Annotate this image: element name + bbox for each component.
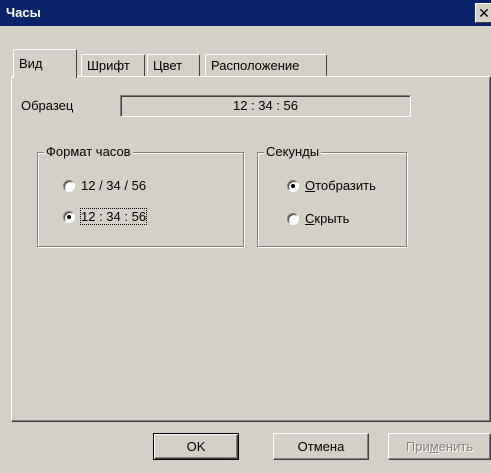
seconds-group-title: Секунды (264, 144, 322, 159)
seconds-group: Секунды (257, 144, 407, 247)
tab-view-label: Вид (19, 56, 43, 71)
window-title: Часы (6, 5, 41, 20)
format-slash-option[interactable]: 12 / 34 / 56 (63, 178, 203, 196)
title-bar[interactable]: Часы ✕ (0, 0, 491, 26)
seconds-hide-radio[interactable] (287, 213, 299, 225)
tab-font-label: Шрифт (87, 58, 130, 73)
tab-font[interactable]: Шрифт (81, 54, 145, 76)
tab-color[interactable]: Цвет (147, 54, 200, 76)
format-colon-label: 12 : 34 : 56 (79, 208, 148, 225)
format-slash-radio[interactable] (63, 180, 75, 192)
ok-button[interactable]: OK (153, 433, 239, 460)
close-button[interactable]: ✕ (475, 3, 491, 23)
seconds-show-option[interactable]: Отобразить (287, 178, 402, 196)
format-colon-radio[interactable] (63, 211, 75, 223)
radio-selected-dot (291, 184, 295, 188)
apply-button[interactable]: Применить (388, 433, 491, 460)
clock-format-group: Формат часов (37, 144, 244, 247)
clock-format-group-title: Формат часов (44, 144, 133, 159)
sample-label: Образец (21, 98, 74, 113)
tab-panel-view (11, 76, 491, 422)
seconds-hide-option[interactable]: Скрыть (287, 211, 402, 229)
tab-view[interactable]: Вид (13, 49, 77, 78)
tab-position[interactable]: Расположение (205, 54, 327, 76)
cancel-button[interactable]: Отмена (273, 433, 369, 460)
tab-color-label: Цвет (153, 58, 183, 73)
close-icon: ✕ (478, 5, 490, 21)
sample-display: 12 : 34 : 56 (120, 95, 411, 117)
format-slash-label: 12 / 34 / 56 (81, 178, 147, 193)
seconds-show-label: Отобразить (305, 178, 376, 193)
radio-selected-dot (67, 215, 71, 219)
seconds-hide-label: Скрыть (305, 211, 350, 226)
tab-position-label: Расположение (211, 58, 300, 73)
format-colon-option[interactable]: 12 : 34 : 56 (63, 208, 203, 227)
seconds-show-radio[interactable] (287, 180, 299, 192)
clock-properties-dialog: Часы ✕ Вид Шрифт Цвет Расположение Образ… (0, 0, 491, 473)
